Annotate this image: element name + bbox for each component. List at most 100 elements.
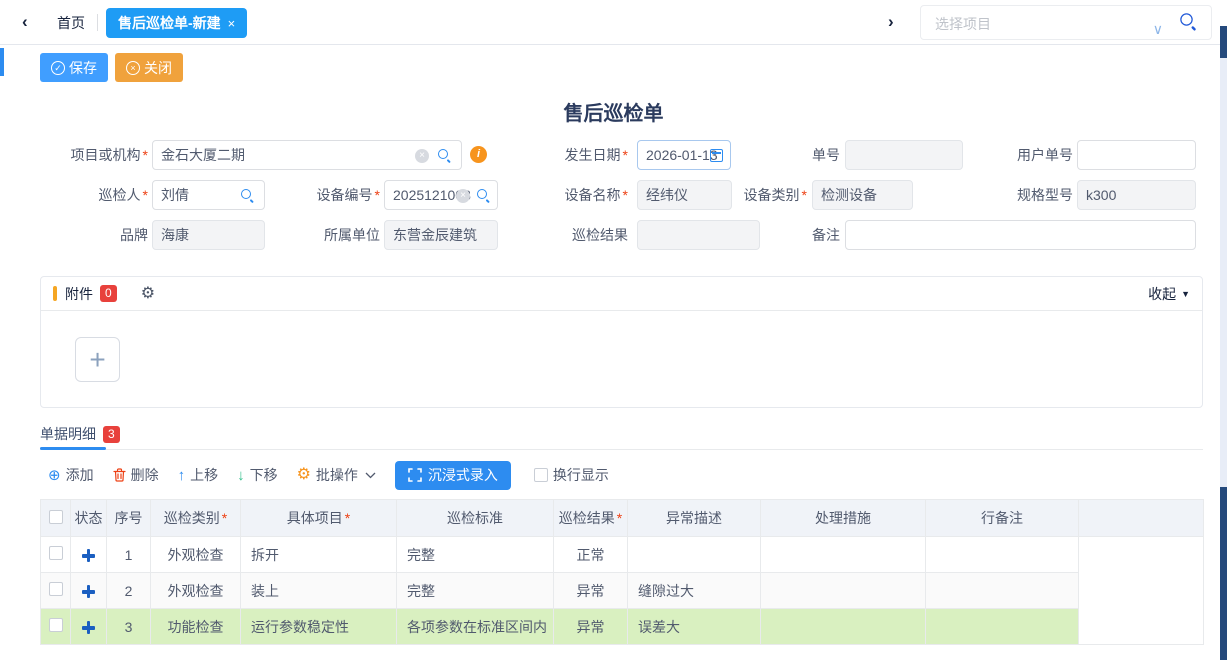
device-type-label: 设备类别 (700, 180, 807, 210)
remark-input[interactable] (845, 220, 1196, 250)
cell-row-remark[interactable] (926, 573, 1079, 609)
tab-home[interactable]: 首页 (57, 13, 85, 33)
occur-date-input[interactable]: 2026-01-13 (637, 140, 731, 170)
col-standard: 巡检标准 (397, 500, 554, 537)
top-tab-bar: ‹ 首页 售后巡检单-新建 × › 选择项目 ∨ (0, 0, 1227, 45)
owner-unit-input: 东营金辰建筑 (384, 220, 498, 250)
occur-date-value: 2026-01-13 (646, 147, 718, 163)
scrollbar-thumb[interactable] (1220, 487, 1227, 660)
dropdown-chevron-icon (365, 472, 376, 479)
row-checkbox[interactable] (49, 618, 63, 632)
collapse-toggle[interactable]: 收起 ▼ (1148, 284, 1190, 304)
select-all-cell (41, 500, 71, 537)
delete-row-button[interactable]: 删除 (113, 465, 159, 485)
spec-model-label: 规格型号 (985, 180, 1073, 210)
project-select-placeholder: 选择项目 (935, 14, 991, 34)
chevron-down-icon[interactable]: ∨ (1153, 21, 1163, 38)
wrap-display-toggle[interactable]: 换行显示 (534, 465, 609, 485)
left-scroll-accent (0, 48, 4, 76)
upload-plus-icon: + (89, 344, 105, 376)
move-up-button[interactable]: ↑ 上移 (178, 465, 219, 485)
cell-seq: 3 (107, 609, 151, 645)
page-title: 售后巡检单 (0, 97, 1227, 126)
cell-category[interactable]: 外观检查 (151, 573, 241, 609)
cell-measure[interactable] (761, 609, 926, 645)
inspector-label: 巡检人 (40, 180, 148, 210)
batch-operation-dropdown[interactable]: ⚙ 批操作 (297, 465, 376, 485)
upload-attachment-button[interactable]: + (75, 337, 120, 382)
inspector-input[interactable]: 刘倩 (152, 180, 265, 210)
project-search-icon[interactable] (437, 148, 453, 164)
col-category: 巡检类别 (151, 500, 241, 537)
project-select[interactable]: 选择项目 ∨ (920, 5, 1212, 40)
gear-icon[interactable]: ⚙ (141, 286, 155, 302)
row-add-icon[interactable] (82, 621, 95, 634)
cell-result[interactable]: 异常 (554, 609, 628, 645)
tab-active-label: 售后巡检单-新建 (118, 15, 221, 31)
cell-standard[interactable]: 完整 (397, 573, 554, 609)
move-down-button[interactable]: ↓ 下移 (237, 465, 278, 485)
cell-abnormal[interactable]: 误差大 (628, 609, 761, 645)
project-input[interactable]: 金石大厦二期 × (152, 140, 462, 170)
cell-measure[interactable] (761, 537, 926, 573)
inspector-search-icon[interactable] (240, 188, 256, 204)
tab-divider (97, 14, 98, 31)
row-add-icon[interactable] (82, 549, 95, 562)
immersive-entry-button[interactable]: 沉浸式录入 (395, 461, 511, 490)
wrap-checkbox[interactable] (534, 468, 548, 482)
row-checkbox[interactable] (49, 546, 63, 560)
arrow-down-icon: ↓ (237, 468, 245, 483)
cell-standard[interactable]: 各项参数在标准区间内 (397, 609, 554, 645)
info-icon[interactable]: i (470, 146, 487, 163)
spec-model-input: k300 (1077, 180, 1196, 210)
select-all-checkbox[interactable] (49, 510, 63, 524)
search-icon[interactable] (1179, 12, 1199, 32)
col-item: 具体项目 (241, 500, 397, 537)
owner-unit-value: 东营金辰建筑 (393, 227, 477, 243)
row-add-icon[interactable] (82, 585, 95, 598)
cell-category[interactable]: 功能检查 (151, 609, 241, 645)
tab-detail-lines[interactable]: 单据明细 3 (40, 424, 120, 444)
calendar-icon[interactable] (710, 149, 723, 162)
cell-item[interactable]: 运行参数稳定性 (241, 609, 397, 645)
cell-result[interactable]: 正常 (554, 537, 628, 573)
cell-result[interactable]: 异常 (554, 573, 628, 609)
add-row-button[interactable]: ⊕ 添加 (48, 465, 94, 485)
tab-active-inspection-form[interactable]: 售后巡检单-新建 × (106, 8, 247, 38)
device-name-value: 经纬仪 (646, 187, 688, 203)
tabs-forward-icon[interactable]: › (888, 12, 894, 32)
table-row-highlighted[interactable]: 3 功能检查 运行参数稳定性 各项参数在标准区间内 异常 误差大 (41, 609, 1204, 645)
save-button[interactable]: ✓ 保存 (40, 53, 108, 82)
cell-standard[interactable]: 完整 (397, 537, 554, 573)
table-row[interactable]: 2 外观检查 装上 完整 异常 缝隙过大 (41, 573, 1204, 609)
occur-date-label: 发生日期 (520, 140, 628, 170)
cell-category[interactable]: 外观检查 (151, 537, 241, 573)
row-checkbox[interactable] (49, 582, 63, 596)
scrollbar-thumb[interactable] (1220, 26, 1227, 58)
cell-item[interactable]: 拆开 (241, 537, 397, 573)
order-no-label: 单号 (760, 140, 840, 170)
tabs-back-icon[interactable]: ‹ (22, 12, 28, 32)
cell-abnormal[interactable] (628, 537, 761, 573)
device-no-search-icon[interactable] (476, 188, 492, 204)
close-button[interactable]: × 关闭 (115, 53, 183, 82)
clear-icon[interactable]: × (415, 149, 429, 163)
cell-abnormal[interactable]: 缝隙过大 (628, 573, 761, 609)
expand-icon (408, 468, 422, 482)
tab-active-underline (40, 447, 106, 450)
project-label: 项目或机构 (40, 140, 148, 170)
user-order-no-input[interactable] (1077, 140, 1196, 170)
device-type-input: 检测设备 (812, 180, 913, 210)
remark-label: 备注 (760, 220, 840, 250)
device-name-label: 设备名称 (520, 180, 628, 210)
cell-measure[interactable] (761, 573, 926, 609)
table-row[interactable]: 1 外观检查 拆开 完整 正常 (41, 537, 1204, 573)
cell-row-remark[interactable] (926, 537, 1079, 573)
cell-item[interactable]: 装上 (241, 573, 397, 609)
cell-row-remark[interactable] (926, 609, 1079, 645)
tab-close-icon[interactable]: × (228, 16, 236, 31)
table-header-row: 状态 序号 巡检类别 具体项目 巡检标准 巡检结果 异常描述 处理措施 行备注 (41, 500, 1204, 537)
user-order-no-label: 用户单号 (985, 140, 1073, 170)
device-no-input[interactable]: 2025121003 × (384, 180, 498, 210)
device-no-clear-icon[interactable]: × (456, 189, 470, 203)
